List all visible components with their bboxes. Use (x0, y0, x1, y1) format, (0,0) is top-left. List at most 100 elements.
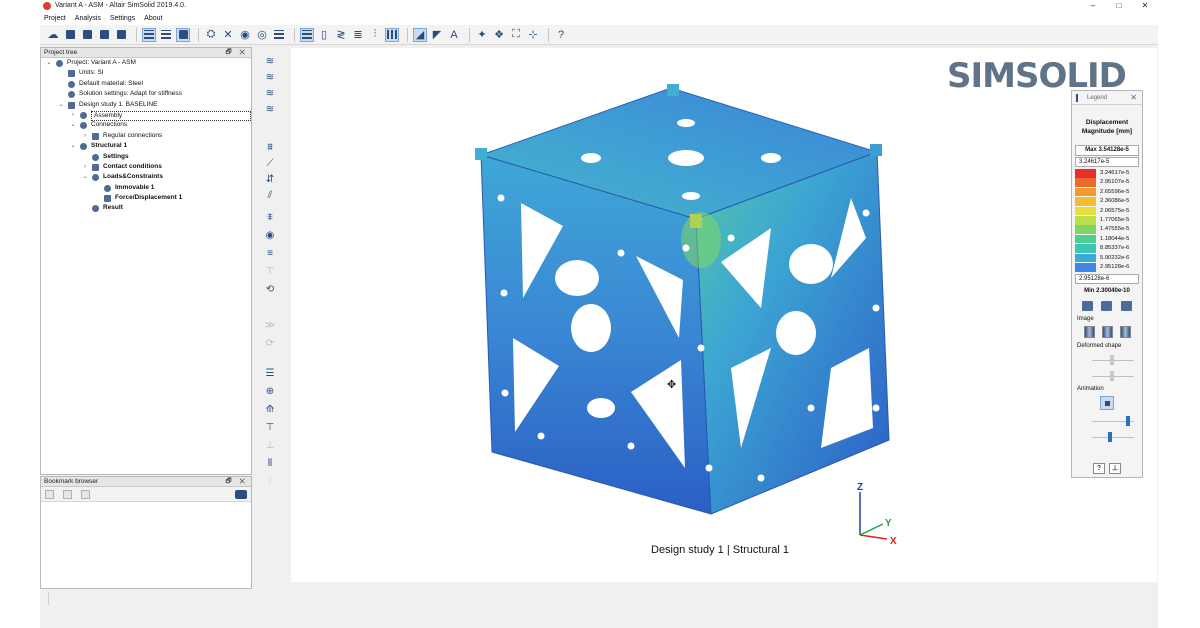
contour-smooth-icon[interactable] (1083, 326, 1095, 338)
select-group-icon[interactable]: ◤ (430, 28, 444, 42)
collapse-twisty-icon[interactable]: ⌄ (45, 58, 53, 68)
screen-capture-icon[interactable] (176, 27, 190, 42)
expand-twisty-icon[interactable]: › (69, 110, 77, 120)
tree-item[interactable]: ⌄ Loads&Constraints (41, 172, 251, 182)
cloud-open-icon[interactable]: ☁ (46, 28, 60, 42)
spring-connection-icon[interactable]: ≋ (263, 56, 277, 67)
tree-item[interactable]: Result (41, 203, 251, 213)
menu-project[interactable]: Project (44, 13, 66, 25)
import-folder-icon[interactable] (97, 28, 111, 42)
tree-item[interactable]: ⌄ Connections (41, 120, 251, 130)
spring-small-icon[interactable]: ≷ (334, 28, 348, 42)
spring-icon[interactable] (300, 27, 314, 42)
tree-item[interactable]: Immovable 1 (41, 183, 251, 193)
select-part-icon[interactable]: ◢ (413, 27, 427, 42)
legend-upper-input[interactable]: 3.24617e-5 (1075, 157, 1139, 167)
collapse-twisty-icon[interactable]: ⌄ (69, 120, 77, 130)
part-icon[interactable]: ▯ (317, 28, 331, 42)
add-bookmark-icon[interactable] (45, 490, 54, 499)
legend-probe-button[interactable]: ⊥ (1109, 463, 1121, 474)
tree-item[interactable]: › Assembly (41, 110, 251, 121)
explode-icon[interactable]: ✦ (475, 28, 489, 42)
camera-icon[interactable] (235, 490, 247, 499)
menu-settings[interactable]: Settings (110, 13, 135, 25)
structural-analysis-icon[interactable]: ⩩ (263, 142, 277, 153)
results-icon[interactable]: ≡ (263, 248, 277, 259)
tree-item[interactable]: Solution settings: Adapt for stiffness (41, 89, 251, 99)
tree-item[interactable]: › Regular connections (41, 131, 251, 141)
load-icon[interactable]: ⇵ (263, 174, 277, 185)
close-button[interactable]: ✕ (1132, 0, 1158, 13)
geometry-icon[interactable]: ⛭ (204, 28, 218, 42)
animation-amplitude-slider[interactable] (1092, 416, 1134, 426)
graphics-viewport[interactable]: ✥ SIMSOLID Design study 1 | Structural 1 (291, 48, 1157, 582)
legend-help-button[interactable]: ? (1093, 463, 1105, 474)
ruler-icon[interactable] (1082, 301, 1094, 311)
tree-item[interactable]: ⌄ Structural 1 (41, 141, 251, 151)
plot-icon[interactable]: ⟰ (263, 404, 277, 415)
constraint-icon[interactable]: ⫽ (263, 190, 277, 201)
animation-section-label: Animation (1077, 386, 1104, 392)
bolt-icon[interactable]: ⫶ (368, 28, 382, 42)
list-view-icon[interactable] (142, 27, 156, 42)
delete-bookmark-icon[interactable] (81, 490, 90, 499)
hide-eye-icon[interactable]: ◎ (255, 28, 269, 42)
collapse-twisty-icon[interactable]: ⌄ (57, 100, 65, 110)
panel-dock-controls[interactable]: 🗗 ✕ (225, 48, 248, 58)
spring-connection-icon[interactable]: ≋ (263, 72, 277, 83)
panel-dock-controls[interactable]: 🗗 ✕ (225, 477, 248, 487)
modal-analysis-icon[interactable]: ⟋ (263, 158, 277, 169)
thermal-icon[interactable]: ⩨ (263, 212, 277, 223)
tree-item[interactable]: Force/Displacement 1 (41, 193, 251, 203)
section-icon[interactable]: ⊤ (263, 422, 277, 433)
cube-model[interactable]: ✥ (291, 48, 1157, 582)
connect-icon[interactable]: ✕ (221, 28, 235, 42)
save-icon[interactable] (114, 28, 128, 42)
tree-item[interactable]: Settings (41, 152, 251, 162)
refine-icon[interactable]: ⟲ (263, 284, 277, 295)
color-icon[interactable]: ❖ (492, 28, 506, 42)
new-document-icon[interactable] (63, 28, 77, 42)
reset-view-icon[interactable]: ⊹ (526, 28, 540, 42)
spring-connection-icon[interactable]: ≋ (263, 88, 277, 99)
open-folder-icon[interactable] (80, 28, 94, 42)
tree-item[interactable]: › Contact conditions (41, 162, 251, 172)
report-icon[interactable] (272, 28, 286, 42)
probe-icon[interactable]: ⊕ (263, 386, 277, 397)
menu-about[interactable]: About (144, 13, 162, 25)
expand-twisty-icon[interactable]: › (81, 131, 89, 141)
tree-item[interactable]: ⌄ Project: Variant A - ASM (41, 58, 251, 68)
animation-stop-button[interactable] (1100, 396, 1114, 410)
measure-icon[interactable]: A (447, 28, 461, 42)
table-results-icon[interactable]: ⫴ (263, 458, 277, 469)
fit-icon[interactable]: ⛶ (509, 28, 523, 42)
contour-mesh-icon[interactable] (1119, 326, 1131, 338)
lock-icon[interactable] (1101, 301, 1113, 311)
collapse-twisty-icon[interactable]: ⌄ (69, 141, 77, 151)
stack-icon[interactable]: ≣ (351, 28, 365, 42)
close-icon[interactable]: ✕ (1130, 93, 1137, 102)
tree-item[interactable]: ⌄ Design study 1. BASELINE (41, 100, 251, 110)
deformation-scale-slider[interactable] (1092, 355, 1134, 365)
menu-analysis[interactable]: Analysis (75, 13, 101, 25)
collapse-twisty-icon[interactable]: ⌄ (81, 172, 89, 182)
animation-speed-slider[interactable] (1092, 432, 1134, 442)
update-bookmark-icon[interactable] (63, 490, 72, 499)
deformation-slider[interactable] (1092, 371, 1134, 381)
mesh-icon[interactable] (385, 27, 399, 42)
view-eye-icon[interactable]: ◉ (238, 28, 252, 42)
legend-lower-input[interactable]: 2.95128e-6 (1075, 274, 1139, 284)
hotspot-icon[interactable]: ◉ (263, 230, 277, 241)
tree-item[interactable]: Default material: Steel (41, 79, 251, 89)
expand-twisty-icon[interactable]: › (81, 162, 89, 172)
help-icon[interactable]: ? (554, 28, 568, 42)
spring-connection-icon[interactable]: ≋ (263, 104, 277, 115)
tree-item[interactable]: Units: SI (41, 68, 251, 78)
plot-icon[interactable] (1120, 301, 1132, 311)
split-view-icon[interactable] (159, 28, 173, 42)
legend-panel[interactable]: Legend ✕ Displacement Magnitude [mm] Max… (1071, 90, 1143, 478)
contour-banded-icon[interactable] (1101, 326, 1113, 338)
datum-icon[interactable]: ☰ (263, 368, 277, 379)
maximize-button[interactable]: □ (1106, 0, 1132, 13)
minimize-button[interactable]: – (1080, 0, 1106, 13)
